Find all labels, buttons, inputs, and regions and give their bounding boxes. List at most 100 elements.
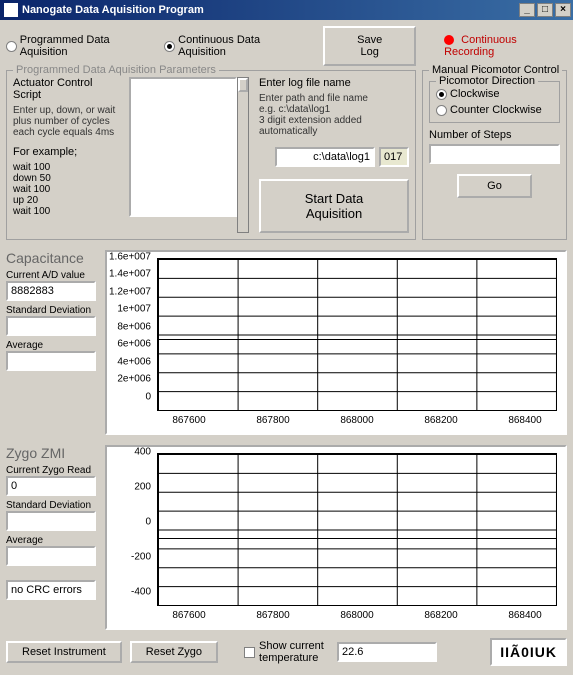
temperature-field[interactable] bbox=[337, 642, 437, 662]
script-help-line: each cycle equals 4ms bbox=[13, 127, 123, 138]
crc-status-field bbox=[6, 580, 96, 600]
cap-std-label: Standard Deviation bbox=[6, 305, 101, 316]
capacitance-title: Capacitance bbox=[6, 250, 101, 266]
scroll-thumb-icon bbox=[238, 78, 248, 92]
radio-icon bbox=[436, 89, 447, 100]
radio-continuous-label: Continuous Data Aquisition bbox=[178, 34, 307, 58]
script-textarea[interactable] bbox=[129, 77, 237, 217]
y-tick: 8e+006 bbox=[117, 321, 151, 332]
direction-legend: Picomotor Direction bbox=[436, 75, 538, 87]
script-example-hdr: For example; bbox=[13, 146, 123, 158]
y-tick: 1.2e+007 bbox=[109, 286, 151, 297]
y-tick: 6e+006 bbox=[117, 339, 151, 350]
save-log-button[interactable]: Save Log bbox=[323, 26, 416, 66]
y-tick: 1.6e+007 bbox=[109, 251, 151, 262]
zygo-read-label: Current Zygo Read bbox=[6, 465, 101, 476]
radio-ccw-label: Counter Clockwise bbox=[450, 104, 542, 116]
zygo-avg-field[interactable] bbox=[6, 546, 96, 566]
x-tick: 868200 bbox=[424, 610, 457, 621]
x-tick: 868000 bbox=[340, 415, 373, 426]
recording-label: Continuous Recording bbox=[444, 34, 517, 58]
radio-icon bbox=[436, 105, 447, 116]
x-tick: 868200 bbox=[424, 415, 457, 426]
y-tick: 4e+006 bbox=[117, 356, 151, 367]
radio-programmed[interactable]: Programmed Data Aquisition bbox=[6, 34, 156, 58]
maximize-button[interactable]: □ bbox=[537, 3, 553, 17]
y-tick: 1e+007 bbox=[117, 304, 151, 315]
radio-programmed-label: Programmed Data Aquisition bbox=[20, 34, 157, 58]
cap-avg-label: Average bbox=[6, 340, 101, 351]
steps-input[interactable] bbox=[429, 144, 560, 164]
log-help-line: e.g. c:\data\log1 bbox=[259, 104, 409, 115]
zygo-std-label: Standard Deviation bbox=[6, 500, 101, 511]
capacitance-chart: 0 2e+006 4e+006 6e+006 8e+006 1e+007 1.2e+007 1… bbox=[105, 250, 567, 435]
reset-zygo-button[interactable]: Reset Zygo bbox=[130, 641, 218, 663]
ad-label: Current A/D value bbox=[6, 270, 101, 281]
radio-clockwise[interactable]: Clockwise bbox=[436, 88, 553, 100]
radio-cw-label: Clockwise bbox=[450, 88, 500, 100]
manual-control-fieldset: Manual Picomotor Control Picomotor Direc… bbox=[422, 70, 567, 240]
x-tick: 868400 bbox=[508, 415, 541, 426]
show-temp-label: Show current temperature bbox=[259, 640, 329, 664]
script-help-line: plus number of cycles bbox=[13, 116, 123, 127]
log-help: Enter path and file name e.g. c:\data\lo… bbox=[259, 93, 409, 137]
radio-icon bbox=[164, 41, 175, 52]
x-tick: 867800 bbox=[256, 610, 289, 621]
y-tick: 0 bbox=[145, 516, 151, 527]
scrollbar[interactable] bbox=[237, 77, 249, 233]
x-tick: 867800 bbox=[256, 415, 289, 426]
cap-std-field[interactable] bbox=[6, 316, 96, 336]
reset-instrument-button[interactable]: Reset Instrument bbox=[6, 641, 122, 663]
zygo-avg-label: Average bbox=[6, 535, 101, 546]
show-temp-checkbox[interactable]: Show current temperature bbox=[244, 640, 329, 664]
start-acquisition-button[interactable]: Start Data Aquisition bbox=[259, 179, 409, 233]
zygo-title: Zygo ZMI bbox=[6, 445, 101, 461]
radio-icon bbox=[6, 41, 17, 52]
capacitance-panel: Capacitance Current A/D value Standard D… bbox=[6, 250, 101, 435]
direction-fieldset: Picomotor Direction Clockwise Counter Cl… bbox=[429, 81, 560, 123]
chart-grid bbox=[157, 453, 557, 606]
zygo-series-line bbox=[157, 538, 557, 539]
y-tick: 0 bbox=[145, 391, 151, 402]
params-fieldset: Programmed Data Aquisition Parameters Ac… bbox=[6, 70, 416, 240]
title-bar: Nanogate Data Aquisition Program _ □ × bbox=[0, 0, 573, 20]
zygo-std-field[interactable] bbox=[6, 511, 96, 531]
x-tick: 867600 bbox=[172, 415, 205, 426]
log-title: Enter log file name bbox=[259, 77, 409, 89]
script-help-line: Enter up, down, or wait bbox=[13, 105, 123, 116]
go-button[interactable]: Go bbox=[457, 174, 532, 198]
script-help: Enter up, down, or wait plus number of c… bbox=[13, 105, 123, 138]
x-tick: 868000 bbox=[340, 610, 373, 621]
y-tick: 200 bbox=[134, 481, 151, 492]
y-tick: 400 bbox=[134, 446, 151, 457]
window-title: Nanogate Data Aquisition Program bbox=[22, 4, 204, 16]
recording-dot-icon bbox=[444, 35, 454, 45]
log-ext-input[interactable] bbox=[379, 147, 409, 167]
ad-value-field[interactable] bbox=[6, 281, 96, 301]
x-tick: 867600 bbox=[172, 610, 205, 621]
zygo-chart: -400 -200 0 200 400 867600 867800 868000 868200… bbox=[105, 445, 567, 630]
radio-counter-clockwise[interactable]: Counter Clockwise bbox=[436, 104, 553, 116]
script-example: wait 100 down 50 wait 100 up 20 wait 100 bbox=[13, 162, 123, 217]
close-button[interactable]: × bbox=[555, 3, 571, 17]
script-title: Actuator Control Script bbox=[13, 77, 123, 101]
log-help-line: Enter path and file name bbox=[259, 93, 409, 104]
zygo-panel: Zygo ZMI Current Zygo Read Standard Devi… bbox=[6, 445, 101, 630]
cap-avg-field[interactable] bbox=[6, 351, 96, 371]
capacitance-series-line bbox=[157, 339, 557, 340]
checkbox-icon bbox=[244, 647, 255, 658]
minimize-button[interactable]: _ bbox=[519, 3, 535, 17]
params-legend: Programmed Data Aquisition Parameters bbox=[13, 64, 219, 76]
y-tick: -400 bbox=[131, 586, 151, 597]
log-help-line: 3 digit extension added automatically bbox=[259, 115, 409, 137]
y-tick: 2e+006 bbox=[117, 374, 151, 385]
x-tick: 868400 bbox=[508, 610, 541, 621]
chart-grid bbox=[157, 258, 557, 411]
radio-continuous[interactable]: Continuous Data Aquisition bbox=[164, 34, 307, 58]
y-tick: -200 bbox=[131, 551, 151, 562]
y-tick: 1.4e+007 bbox=[109, 269, 151, 280]
recording-indicator: Continuous Recording bbox=[444, 34, 567, 58]
log-path-input[interactable] bbox=[275, 147, 375, 167]
status-code-display: IIÃ0IUK bbox=[490, 638, 567, 666]
zygo-read-field[interactable] bbox=[6, 476, 96, 496]
